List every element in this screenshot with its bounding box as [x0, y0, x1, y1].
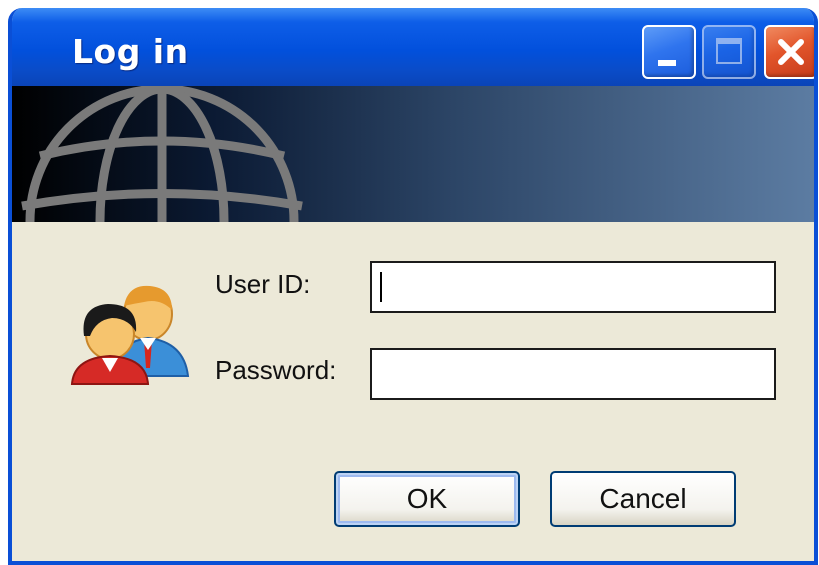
close-button[interactable]: [764, 25, 814, 79]
login-dialog: Log in User ID: Password: OK Cancel: [8, 8, 818, 565]
password-field[interactable]: [370, 348, 776, 400]
globe-icon: [21, 86, 303, 222]
title-bar[interactable]: Log in: [12, 8, 814, 86]
cancel-button[interactable]: Cancel: [550, 471, 736, 527]
minimize-button[interactable]: [642, 25, 696, 79]
text-caret: [380, 272, 382, 302]
header-banner: [12, 86, 814, 222]
user-id-field[interactable]: [370, 261, 776, 313]
close-icon: [778, 39, 804, 65]
minimize-icon: [658, 60, 676, 66]
password-label: Password:: [215, 355, 337, 385]
maximize-icon: [716, 38, 742, 64]
maximize-button: [702, 25, 756, 79]
ok-button[interactable]: OK: [334, 471, 520, 527]
user-id-label: User ID:: [215, 269, 311, 299]
window-title: Log in: [72, 32, 189, 71]
users-icon: [70, 285, 190, 385]
